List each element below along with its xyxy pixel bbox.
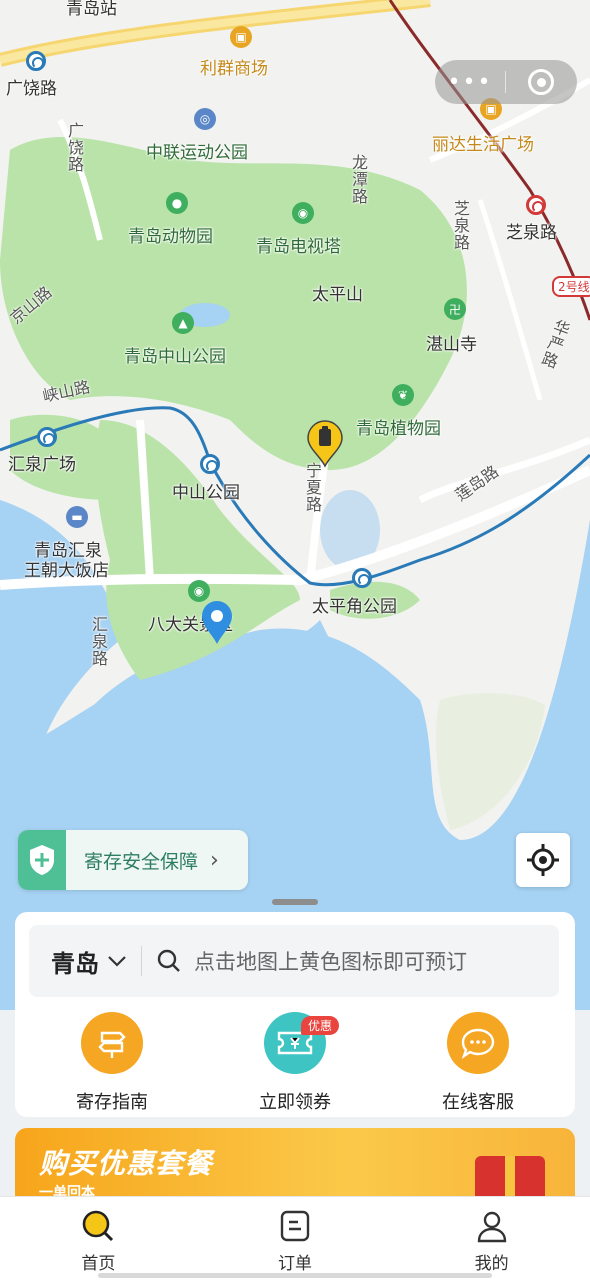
label-lida-plaza: 丽达生活广场 — [432, 135, 534, 155]
label-zoo: 青岛动物园 — [128, 227, 213, 247]
get-coupon-button[interactable]: 优惠 立即领券 — [225, 1012, 365, 1114]
zoo-icon[interactable]: ● — [166, 192, 188, 214]
close-miniapp-button[interactable] — [528, 69, 554, 95]
label-taiping-mountain: 太平山 — [312, 285, 363, 305]
tab-profile-label: 我的 — [474, 1254, 509, 1274]
customer-service-label: 在线客服 — [442, 1092, 514, 1113]
drawer-handle[interactable] — [272, 899, 318, 905]
storage-pin-icon[interactable] — [306, 420, 344, 468]
hotel-icon[interactable]: ▬ — [66, 506, 88, 528]
tab-profile[interactable]: 我的 — [393, 1197, 590, 1280]
capsule-divider — [505, 71, 506, 93]
close-dot-icon — [536, 77, 546, 87]
signpost-icon — [81, 1012, 143, 1074]
label-zhonglian-park: 中联运动公园 — [146, 143, 248, 163]
storage-guide-label: 寄存指南 — [76, 1092, 148, 1113]
search-divider — [141, 946, 142, 976]
search-input[interactable]: 点击地图上黄色图标即可预订 — [194, 946, 467, 976]
botanical-icon[interactable]: ❦ — [392, 384, 414, 406]
customer-service-button[interactable]: 在线客服 — [408, 1012, 548, 1114]
metro-taipingjiao-icon[interactable] — [352, 568, 372, 588]
metro-line2-badge: 2号线 — [552, 276, 590, 297]
chevron-down-icon — [108, 956, 126, 967]
shield-icon — [18, 830, 66, 890]
scenic-icon[interactable]: ◉ — [188, 580, 210, 602]
label-zhongshan-park-station: 中山公园 — [172, 483, 240, 503]
label-zhanshan-temple: 湛山寺 — [426, 335, 477, 355]
label-taipingjiao-park: 太平角公园 — [312, 597, 397, 617]
label-zhiquan-road-vertical: 芝泉路 — [451, 200, 470, 251]
tab-home[interactable]: 首页 — [0, 1197, 197, 1280]
metro-station-icon[interactable] — [26, 51, 46, 71]
tab-orders-label: 订单 — [278, 1254, 312, 1274]
tower-icon[interactable]: ◉ — [292, 202, 314, 224]
storage-guide-button[interactable]: 寄存指南 — [42, 1012, 182, 1114]
tab-home-label: 首页 — [81, 1254, 116, 1274]
city-selector[interactable]: 青岛 — [51, 944, 99, 979]
discount-badge: 优惠 — [301, 1016, 340, 1035]
more-menu-button[interactable]: ••• — [435, 70, 505, 95]
label-zhongshan-park: 青岛中山公园 — [124, 347, 226, 367]
home-indicator — [98, 1273, 492, 1278]
label-huiquan-road: 汇泉路 — [89, 616, 108, 667]
label-longtan-road: 龙潭路 — [349, 154, 368, 205]
metro-zhongshan-park-icon[interactable] — [200, 454, 220, 474]
park-tree-icon[interactable]: ▲ — [172, 312, 194, 334]
crosshair-icon — [527, 844, 559, 876]
metro-huiquan-icon[interactable] — [37, 427, 57, 447]
map-view[interactable]: 青岛站 ▣ 利群商场 广饶路 广饶路 ◎ 中联运动公园 ● 青岛动物园 ◉ 青岛… — [0, 0, 590, 1010]
label-huiquan-square: 汇泉广场 — [8, 455, 76, 475]
label-yanming-road: 宁夏路 — [303, 462, 322, 513]
label-botanical-garden: 青岛植物园 — [356, 419, 441, 439]
label-qingdao-station: 青岛站 — [66, 0, 117, 19]
label-lique-mall: 利群商场 — [200, 59, 268, 79]
bottom-tab-bar: 首页 订单 我的 — [0, 1196, 590, 1280]
tab-orders[interactable]: 订单 — [197, 1197, 394, 1280]
order-list-icon — [280, 1210, 310, 1242]
search-bar[interactable]: 青岛 点击地图上黄色图标即可预订 — [29, 925, 559, 997]
label-guangrao-road-vertical: 广饶路 — [65, 122, 84, 173]
stadium-icon[interactable]: ◎ — [194, 108, 216, 130]
search-icon — [157, 949, 180, 972]
chevron-right-icon: › — [210, 847, 219, 873]
bottom-panel: 青岛 点击地图上黄色图标即可预订 寄存指南 优惠 立即领券 在线客服 — [15, 912, 575, 1117]
metro-station-line2-icon[interactable] — [526, 195, 546, 215]
user-icon — [477, 1211, 506, 1243]
safety-guarantee-banner[interactable]: 寄存安全保障 › — [18, 830, 248, 890]
label-tv-tower: 青岛电视塔 — [256, 237, 341, 257]
get-coupon-label: 立即领券 — [259, 1092, 331, 1113]
home-search-icon — [83, 1210, 114, 1242]
locate-me-button[interactable] — [516, 833, 570, 887]
safety-banner-label: 寄存安全保障 — [84, 850, 199, 873]
label-guangrao-road: 广饶路 — [6, 79, 57, 99]
label-hotel-line2: 王朝大饭店 — [24, 561, 109, 581]
label-zhiquan-road: 芝泉路 — [506, 223, 557, 243]
promo-title: 购买优惠套餐 — [39, 1147, 214, 1180]
mall-icon[interactable]: ▣ — [230, 26, 252, 48]
temple-icon[interactable]: 卍 — [444, 298, 466, 320]
miniapp-capsule: ••• — [435, 60, 577, 104]
chat-bubble-icon — [447, 1012, 509, 1074]
location-marker-icon[interactable] — [200, 600, 234, 646]
